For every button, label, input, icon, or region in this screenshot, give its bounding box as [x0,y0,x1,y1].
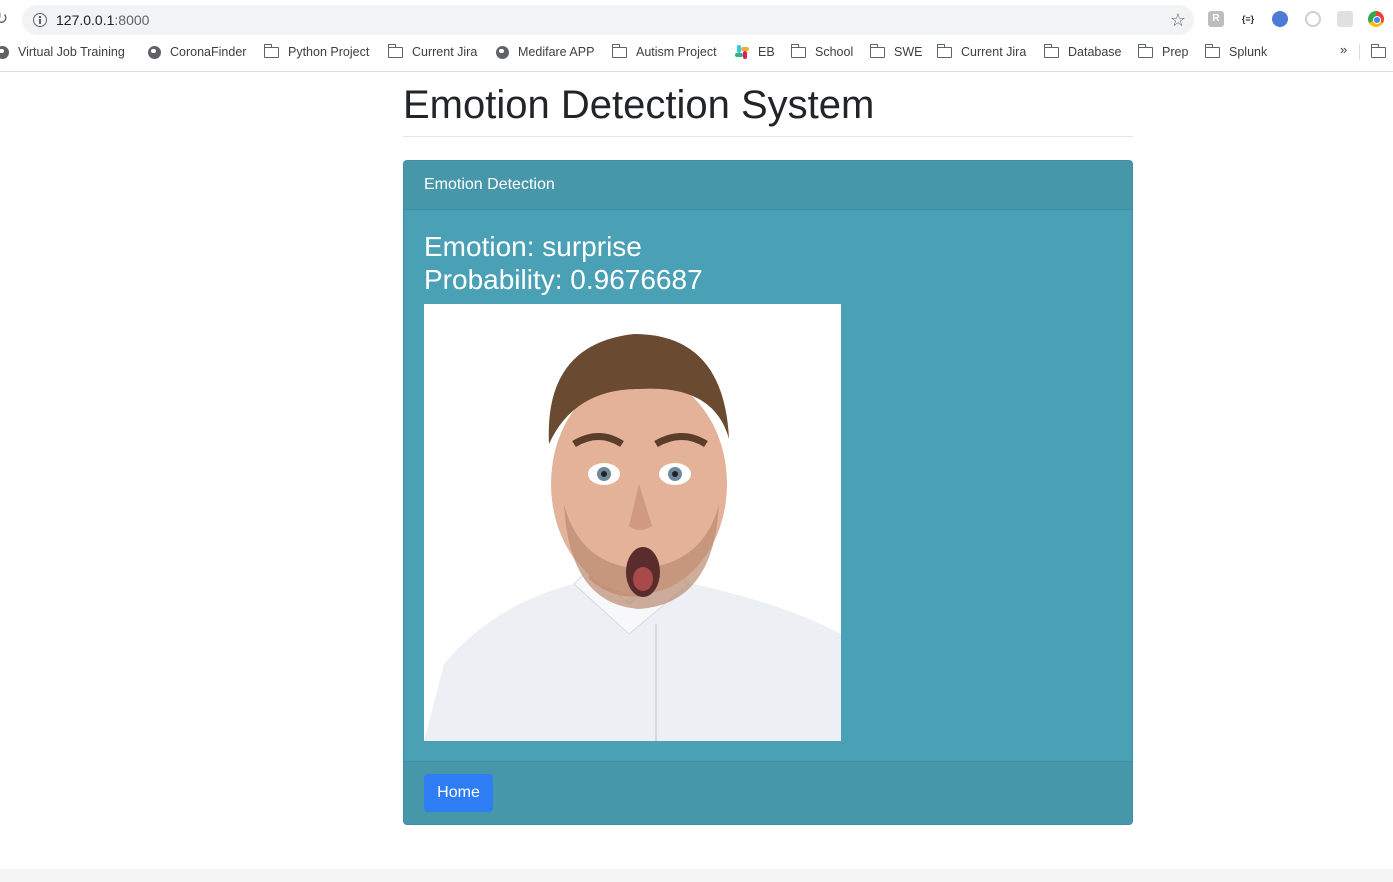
url-host: 127.0.0.1 [56,12,115,28]
bookmark-label: Current Jira [961,45,1027,59]
bookmark-item[interactable]: Current Jira [936,42,1027,62]
bookmark-item[interactable]: Autism Project [611,42,717,62]
uploaded-face-image [424,304,841,741]
bookmark-label: SWE [894,45,923,59]
bookmark-label: Current Jira [412,45,478,59]
url-text[interactable]: 127.0.0.1:8000 [56,12,149,28]
extension-json-icon[interactable]: {≡} [1240,11,1256,27]
browser-toolbar: ↻ 127.0.0.1:8000 ☆ R {≡} Virtual Job Tra… [0,0,1393,72]
extension-square-icon[interactable] [1337,11,1353,27]
folder-icon [387,43,403,58]
bookmark-item[interactable]: Medifare APP [496,42,594,62]
card-footer: Home [404,761,1132,824]
emotion-result: Emotion: surprise [424,231,642,262]
extension-circle-icon[interactable] [1305,11,1321,27]
bookmarks-bar: Virtual Job Training CoronaFinder Python… [0,40,1393,64]
bookmark-label: Database [1068,45,1122,59]
bookmark-label: School [815,45,854,59]
address-bar[interactable]: 127.0.0.1:8000 ☆ [22,5,1194,35]
probability-result: Probability: 0.9676687 [424,264,703,295]
bookmark-label: CoronaFinder [170,45,247,59]
card-header: Emotion Detection [404,161,1132,210]
bookmark-label: Autism Project [636,45,717,59]
bookmark-item[interactable]: Current Jira [387,42,478,62]
folder-icon [611,43,627,58]
url-port: :8000 [114,12,150,28]
card-body: Emotion: surprise Probability: 0.9676687 [404,210,1132,761]
slack-icon [735,45,749,59]
folder-icon [1043,43,1059,58]
folder-icon [936,43,952,58]
bookmark-star-icon[interactable]: ☆ [1170,9,1186,31]
bookmark-item[interactable]: SWE [869,42,923,62]
bookmark-item[interactable]: Splunk [1204,42,1268,62]
bookmarks-overflow-button[interactable]: » [1340,42,1347,57]
chrome-profile-icon[interactable] [1368,11,1384,27]
bookmark-item[interactable]: School [790,42,854,62]
bookmark-label: Virtual Job Training [18,45,125,59]
globe-icon [0,45,9,59]
bookmark-label: Medifare APP [518,45,595,59]
reload-icon[interactable]: ↻ [0,8,12,30]
bookmark-item[interactable]: EB [735,42,775,62]
folder-icon [790,43,806,58]
face-photo-illustration [424,304,841,741]
emotion-card: Emotion Detection Emotion: surprise Prob… [403,160,1133,825]
home-button[interactable]: Home [424,774,493,812]
page-bottom-edge [0,869,1393,882]
bookmark-item[interactable]: Virtual Job Training [0,42,125,62]
bookmark-label: EB [758,45,775,59]
bookmarks-separator [1359,44,1360,60]
folder-icon [1137,43,1153,58]
bookmark-label: Prep [1162,45,1189,59]
folder-icon [869,43,885,58]
info-icon[interactable] [33,13,47,27]
bookmark-item[interactable]: Python Project [263,42,370,62]
other-bookmarks-folder-icon[interactable] [1370,44,1386,58]
globe-icon [148,45,161,59]
extension-globe-icon[interactable] [1272,11,1288,27]
bookmark-label: Python Project [288,45,370,59]
bookmark-item[interactable]: Database [1043,42,1122,62]
page-title: Emotion Detection System [403,71,1133,137]
extension-r-icon[interactable]: R [1208,11,1224,27]
main-container: Emotion Detection System Emotion Detecti… [403,71,1133,825]
bookmark-item[interactable]: CoronaFinder [148,42,246,62]
folder-icon [1204,43,1220,58]
bookmark-item[interactable]: Prep [1137,42,1189,62]
globe-icon [496,45,509,59]
folder-icon [263,43,279,58]
bookmark-label: Splunk [1229,45,1268,59]
